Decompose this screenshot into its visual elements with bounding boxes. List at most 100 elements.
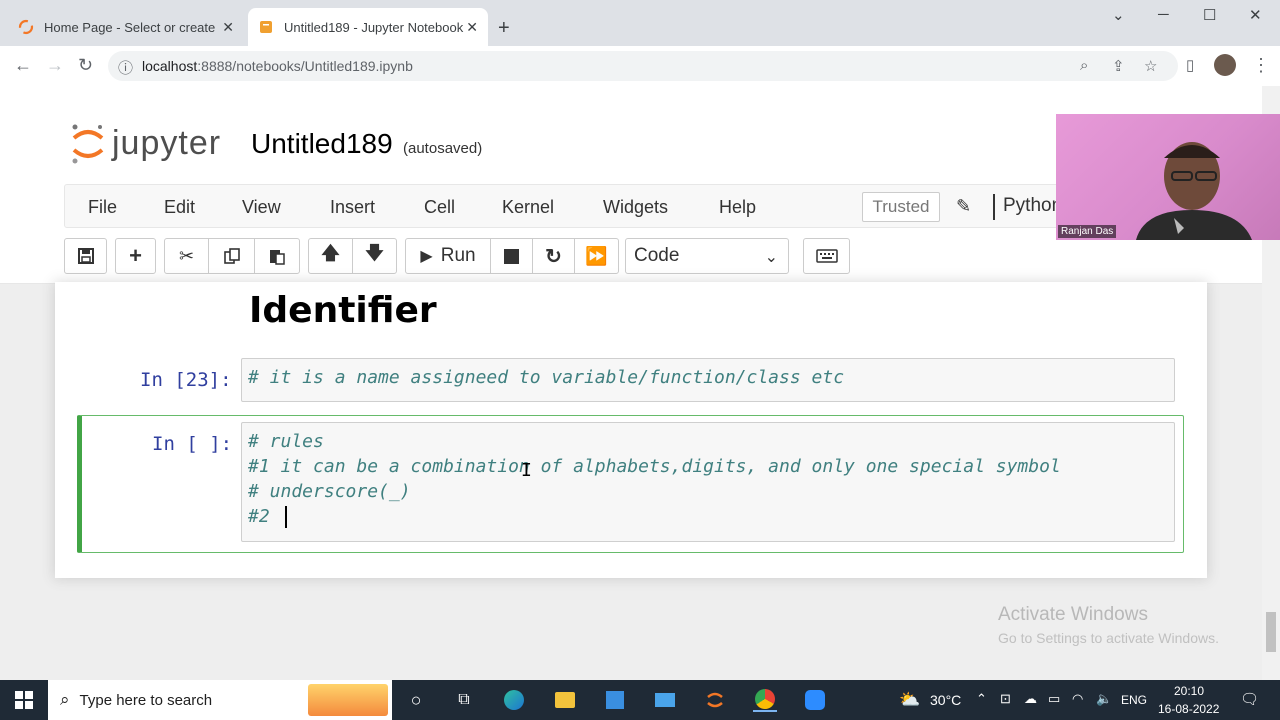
store-icon[interactable] [603,688,627,712]
browser-tab-notebook[interactable]: Untitled189 - Jupyter Notebook ✕ [248,8,488,46]
menu-help[interactable]: Help [719,197,756,218]
temperature[interactable]: 30°C [930,692,961,708]
reload-icon[interactable]: ↻ [78,56,93,74]
menu-kernel[interactable]: Kernel [502,197,554,218]
bookmark-star-icon[interactable]: ☆ [1144,57,1157,75]
taskbar-search-box[interactable]: ⌕ Type here to search [48,680,392,720]
zoom-icon[interactable]: ⌕ [1080,57,1088,74]
close-tab-icon[interactable]: ✕ [466,19,478,36]
kernel-separator [993,194,995,220]
browser-tab-home[interactable]: Home Page - Select or create a n ✕ [8,8,244,46]
windows-start-icon[interactable] [12,688,36,712]
menu-file[interactable]: File [88,197,117,218]
search-highlight-icon [308,684,388,716]
tray-onedrive-icon[interactable]: ☁ [1024,691,1037,707]
jupyter-logo-icon[interactable] [70,122,106,166]
notifications-icon[interactable]: 🗨 [1240,690,1259,708]
forward-icon[interactable]: → [46,56,64,74]
arrow-up-icon: 🡅 [321,243,340,263]
restart-run-all-button[interactable]: ⏩ [574,238,619,274]
move-down-button[interactable]: 🡇 [352,238,397,274]
jupyter-logo-text[interactable]: jupyter [112,124,221,163]
copy-button[interactable] [208,238,255,274]
menu-view[interactable]: View [242,197,281,218]
taskbar-search-placeholder: Type here to search [79,691,213,709]
clock-time[interactable]: 20:10 [1174,684,1204,698]
text-caret [284,506,287,528]
battery-icon[interactable]: ▭ [1048,691,1060,707]
keyboard-icon [815,249,838,263]
jupyter-favicon-icon [18,19,34,35]
cell-prompt: In [ ]: [152,433,233,455]
weather-icon[interactable]: ⛅ [898,688,922,712]
edge-icon[interactable] [502,688,526,712]
scrollbar-thumb[interactable] [1266,612,1276,652]
tab-title: Home Page - Select or create a n [44,19,218,35]
code-cell-input[interactable]: # it is a name assigneed to variable/fun… [241,358,1175,402]
close-tab-icon[interactable]: ✕ [222,19,234,36]
show-hidden-icons-icon[interactable]: ⌃ [976,691,987,707]
restart-icon: ↻ [545,245,562,268]
maximize-icon[interactable]: ☐ [1203,6,1216,24]
zoom-app-icon[interactable] [803,688,827,712]
code-line: #1 it can be a combination of alphabets,… [248,456,1061,477]
tab-search-chevron-icon[interactable]: ⌄ [1112,6,1125,24]
cell-type-value: Code [634,245,680,266]
minimize-icon[interactable]: ─ [1158,6,1169,23]
network-icon[interactable]: ◠ [1072,691,1083,707]
input-language[interactable]: ENG [1121,693,1147,707]
command-palette-button[interactable] [803,238,850,274]
address-bar[interactable]: ⓘ localhost:8888/notebooks/Untitled189.i… [108,51,1178,81]
code-line: # rules [248,431,324,452]
run-button[interactable]: ▶ Run [405,238,491,274]
paste-button[interactable] [254,238,300,274]
code-cell-input-editing[interactable]: # rules #1 it can be a combination of al… [241,422,1175,542]
kernel-name[interactable]: Python [1003,195,1062,217]
webcam-name-label: Ranjan Das [1058,225,1117,238]
profile-avatar[interactable] [1214,54,1236,76]
task-view-icon[interactable]: ⧉ [452,688,476,712]
chrome-icon[interactable] [753,688,777,712]
cut-button[interactable]: ✂ [164,238,209,274]
move-up-button[interactable]: 🡅 [308,238,353,274]
cortana-icon[interactable]: ○ [404,688,428,712]
code-line: # it is a name assigneed to variable/fun… [248,367,845,388]
windows-taskbar: ⌕ Type here to search ○ ⧉ ⛅ 30°C ⌃ ⊡ ☁ ▭… [0,680,1280,720]
menu-insert[interactable]: Insert [330,197,375,218]
clock-date[interactable]: 16-08-2022 [1158,702,1219,716]
cell-type-select[interactable]: Code ⌄ [625,238,789,274]
edit-pencil-icon[interactable]: ✎ [956,196,971,217]
browser-toolbar: ← → ↻ ⓘ localhost:8888/notebooks/Untitle… [0,46,1280,86]
url-text: localhost:8888/notebooks/Untitled189.ipy… [142,58,413,74]
new-tab-icon[interactable]: + [498,18,510,38]
back-icon[interactable]: ← [14,56,32,74]
arrow-down-icon: 🡇 [365,243,384,263]
jupyter-app-icon[interactable] [703,688,727,712]
copy-icon [223,248,240,264]
volume-icon[interactable]: 🔈 [1096,691,1112,707]
save-button[interactable] [64,238,107,274]
insert-cell-button[interactable]: + [115,238,156,274]
trusted-indicator[interactable]: Trusted [862,192,940,222]
window-close-icon[interactable]: ✕ [1249,6,1262,24]
file-explorer-icon[interactable] [553,688,577,712]
tray-device-icon[interactable]: ⊡ [1000,691,1011,707]
url-path: :8888/notebooks/Untitled189.ipynb [197,58,413,74]
share-icon[interactable]: ⇪ [1112,57,1125,75]
presenter-video [1136,142,1252,240]
markdown-heading[interactable]: Identifier [249,290,437,331]
side-panel-icon[interactable]: ▯ [1186,57,1194,75]
interrupt-button[interactable] [490,238,533,274]
save-icon [77,248,94,264]
mail-icon[interactable] [653,688,677,712]
restart-button[interactable]: ↻ [532,238,575,274]
menu-widgets[interactable]: Widgets [603,197,668,218]
tab-title: Untitled189 - Jupyter Notebook [284,19,464,35]
browser-menu-icon[interactable]: ⋮ [1252,56,1270,74]
paste-icon [270,250,285,265]
notebook-favicon-icon [258,19,274,35]
notebook-title[interactable]: Untitled189 [251,128,393,160]
menu-cell[interactable]: Cell [424,197,455,218]
site-info-icon[interactable]: ⓘ [118,57,133,78]
menu-edit[interactable]: Edit [164,197,195,218]
